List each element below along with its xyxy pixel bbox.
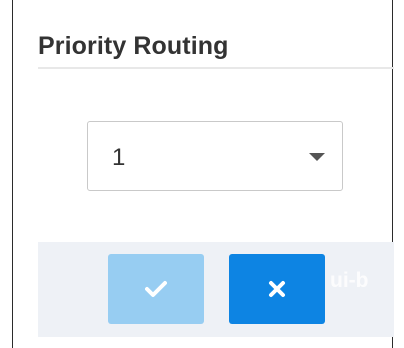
panel-title: Priority Routing [38, 32, 229, 60]
chevron-down-icon [309, 153, 325, 161]
cancel-button[interactable] [229, 254, 325, 324]
priority-select-value: 1 [112, 144, 126, 171]
confirm-button[interactable] [108, 254, 204, 324]
close-icon [269, 281, 285, 297]
title-divider [38, 67, 394, 69]
dialog-footer: ui-b [38, 242, 394, 337]
check-icon [145, 281, 167, 297]
priority-select[interactable]: 1 [87, 121, 343, 191]
watermark-text: ui-b [330, 269, 369, 292]
